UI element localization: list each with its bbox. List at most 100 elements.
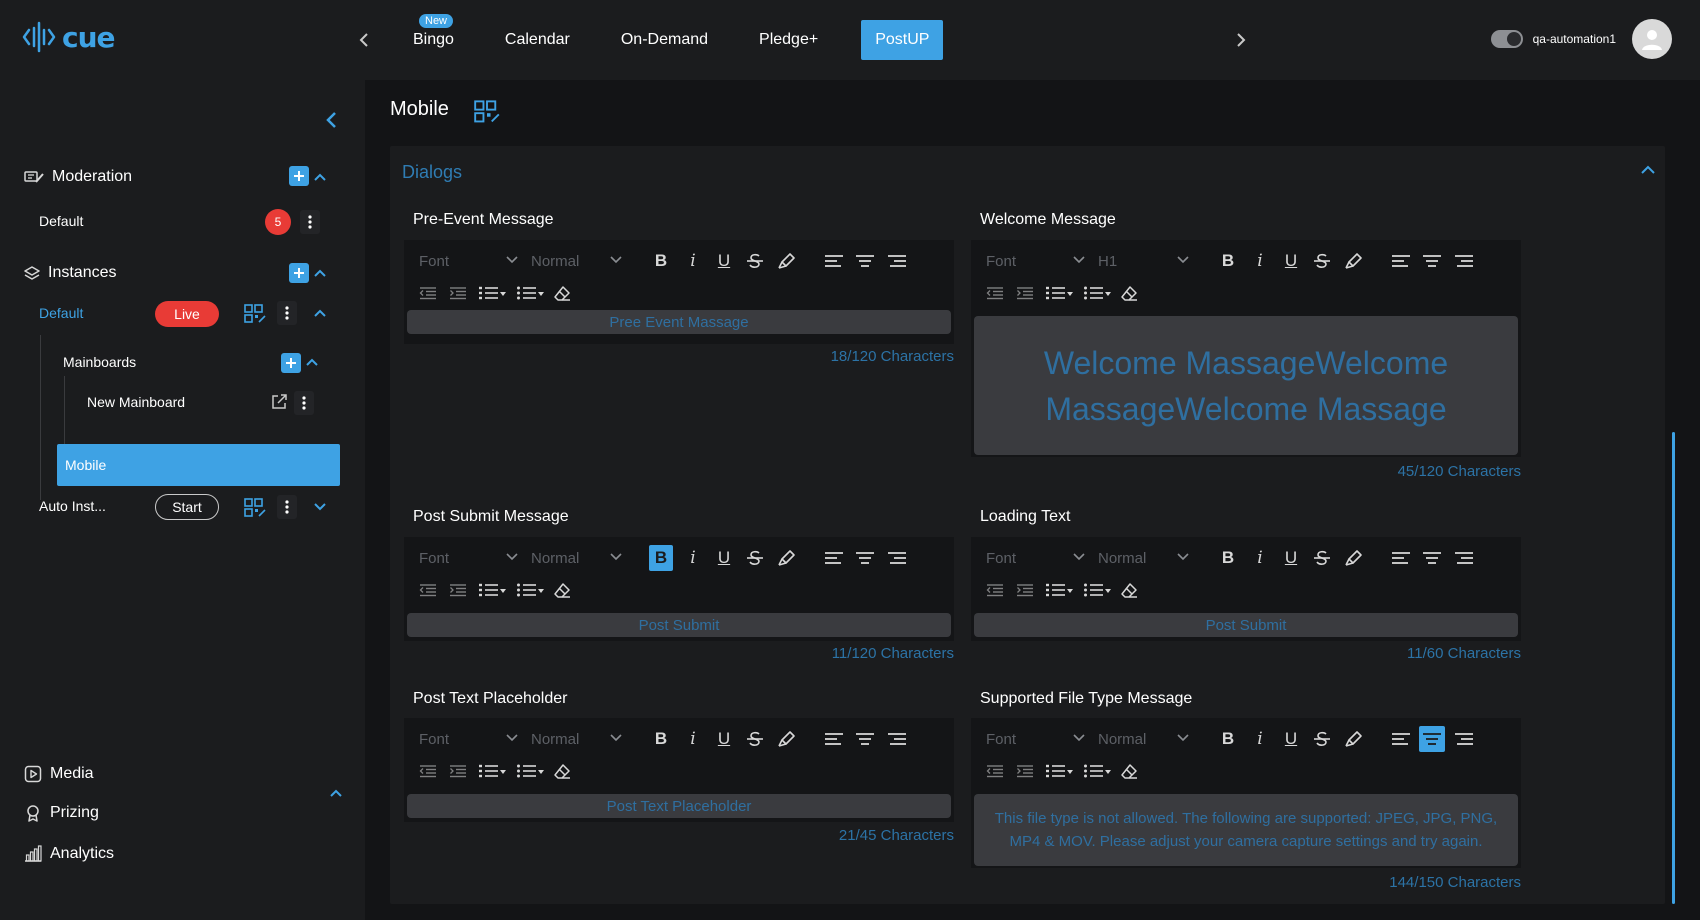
instance-more-button[interactable]: [277, 301, 297, 325]
indent-button[interactable]: [446, 758, 470, 784]
bullet-list-button[interactable]: [1081, 758, 1113, 784]
align-center-button[interactable]: [852, 248, 878, 274]
underline-button[interactable]: U: [1280, 726, 1302, 752]
italic-button[interactable]: i: [682, 248, 704, 274]
clear-format-button[interactable]: [1117, 577, 1141, 603]
outdent-button[interactable]: [416, 280, 440, 306]
indent-button[interactable]: [1013, 577, 1037, 603]
heading-select[interactable]: H1: [1098, 248, 1190, 274]
outdent-button[interactable]: [983, 280, 1007, 306]
mainboards-item[interactable]: Mainboards: [63, 354, 136, 370]
tab-calendar[interactable]: Calendar: [484, 20, 591, 60]
bullet-list-button[interactable]: [1081, 280, 1113, 306]
mobile-item[interactable]: Mobile: [57, 444, 340, 486]
message-text-area[interactable]: This file type is not allowed. The follo…: [974, 794, 1518, 866]
strikethrough-button[interactable]: [1311, 545, 1333, 571]
chevron-down-icon[interactable]: [313, 500, 327, 514]
tab-on-demand[interactable]: On-Demand: [600, 20, 729, 60]
cue-logo[interactable]: cue: [22, 20, 116, 54]
font-select[interactable]: Font: [419, 248, 519, 274]
font-select[interactable]: Font: [986, 726, 1086, 752]
theme-toggle[interactable]: [1490, 30, 1523, 48]
qr-code-icon[interactable]: [244, 498, 266, 518]
font-select[interactable]: Font: [419, 726, 519, 752]
chevron-up-icon[interactable]: [313, 170, 327, 184]
ordered-list-button[interactable]: [476, 280, 508, 306]
bold-button[interactable]: B: [649, 726, 673, 752]
scrollbar[interactable]: [1672, 432, 1675, 904]
highlighter-button[interactable]: [1343, 726, 1365, 752]
align-left-button[interactable]: [1388, 726, 1414, 752]
chevron-up-icon[interactable]: [305, 355, 319, 369]
auto-instance-item[interactable]: Auto Inst...: [39, 498, 106, 514]
outdent-button[interactable]: [416, 758, 440, 784]
align-center-button[interactable]: [1419, 248, 1445, 274]
align-center-button[interactable]: [852, 545, 878, 571]
start-button[interactable]: Start: [155, 494, 219, 520]
underline-button[interactable]: U: [713, 248, 735, 274]
mainboard-more-button[interactable]: [294, 391, 314, 415]
ordered-list-button[interactable]: [1043, 280, 1075, 306]
clear-format-button[interactable]: [1117, 280, 1141, 306]
chevron-up-icon[interactable]: [1640, 163, 1656, 177]
chevron-up-icon[interactable]: [329, 786, 343, 800]
bold-button[interactable]: B: [1216, 248, 1240, 274]
add-instance-button[interactable]: [289, 263, 309, 283]
bold-button[interactable]: B: [649, 545, 673, 571]
outdent-button[interactable]: [983, 577, 1007, 603]
font-select[interactable]: Font: [986, 545, 1086, 571]
message-text-area[interactable]: Post Submit: [974, 613, 1518, 637]
nav-next-button[interactable]: [1229, 25, 1253, 55]
ordered-list-button[interactable]: [1043, 758, 1075, 784]
bullet-list-button[interactable]: [1081, 577, 1113, 603]
bullet-list-button[interactable]: [514, 577, 546, 603]
italic-button[interactable]: i: [1249, 545, 1271, 571]
outdent-button[interactable]: [416, 577, 440, 603]
align-center-button[interactable]: [1419, 545, 1445, 571]
underline-button[interactable]: U: [713, 726, 735, 752]
ordered-list-button[interactable]: [476, 758, 508, 784]
tab-pledge-plus[interactable]: Pledge+: [738, 20, 839, 60]
italic-button[interactable]: i: [1249, 248, 1271, 274]
message-text-area[interactable]: Post Submit: [407, 613, 951, 637]
underline-button[interactable]: U: [1280, 545, 1302, 571]
bold-button[interactable]: B: [649, 248, 673, 274]
bullet-list-button[interactable]: [514, 758, 546, 784]
strikethrough-button[interactable]: [744, 248, 766, 274]
align-left-button[interactable]: [1388, 248, 1414, 274]
align-right-button[interactable]: [884, 248, 910, 274]
bold-button[interactable]: B: [1216, 545, 1240, 571]
underline-button[interactable]: U: [1280, 248, 1302, 274]
clear-format-button[interactable]: [1117, 758, 1141, 784]
qr-code-icon[interactable]: [474, 100, 500, 124]
heading-select[interactable]: Normal: [531, 248, 623, 274]
highlighter-button[interactable]: [1343, 248, 1365, 274]
align-right-button[interactable]: [884, 545, 910, 571]
strikethrough-button[interactable]: [1311, 726, 1333, 752]
tab-bingo[interactable]: New Bingo: [392, 14, 475, 60]
align-right-button[interactable]: [1451, 248, 1477, 274]
outdent-button[interactable]: [983, 758, 1007, 784]
align-left-button[interactable]: [821, 248, 847, 274]
align-center-button[interactable]: [852, 726, 878, 752]
indent-button[interactable]: [446, 280, 470, 306]
indent-button[interactable]: [446, 577, 470, 603]
align-right-button[interactable]: [1451, 545, 1477, 571]
chevron-up-icon[interactable]: [313, 266, 327, 280]
bullet-list-button[interactable]: [514, 280, 546, 306]
indent-button[interactable]: [1013, 280, 1037, 306]
strikethrough-button[interactable]: [744, 726, 766, 752]
highlighter-button[interactable]: [776, 248, 798, 274]
sidebar-item-media[interactable]: Media: [24, 765, 94, 783]
ordered-list-button[interactable]: [476, 577, 508, 603]
italic-button[interactable]: i: [1249, 726, 1271, 752]
collapse-sidebar-button[interactable]: [322, 110, 342, 130]
italic-button[interactable]: i: [682, 726, 704, 752]
strikethrough-button[interactable]: [1311, 248, 1333, 274]
align-right-button[interactable]: [1451, 726, 1477, 752]
underline-button[interactable]: U: [713, 545, 735, 571]
message-text-area[interactable]: Post Text Placeholder: [407, 794, 951, 818]
font-select[interactable]: Font: [419, 545, 519, 571]
nav-prev-button[interactable]: [352, 25, 376, 55]
heading-select[interactable]: Normal: [1098, 545, 1190, 571]
